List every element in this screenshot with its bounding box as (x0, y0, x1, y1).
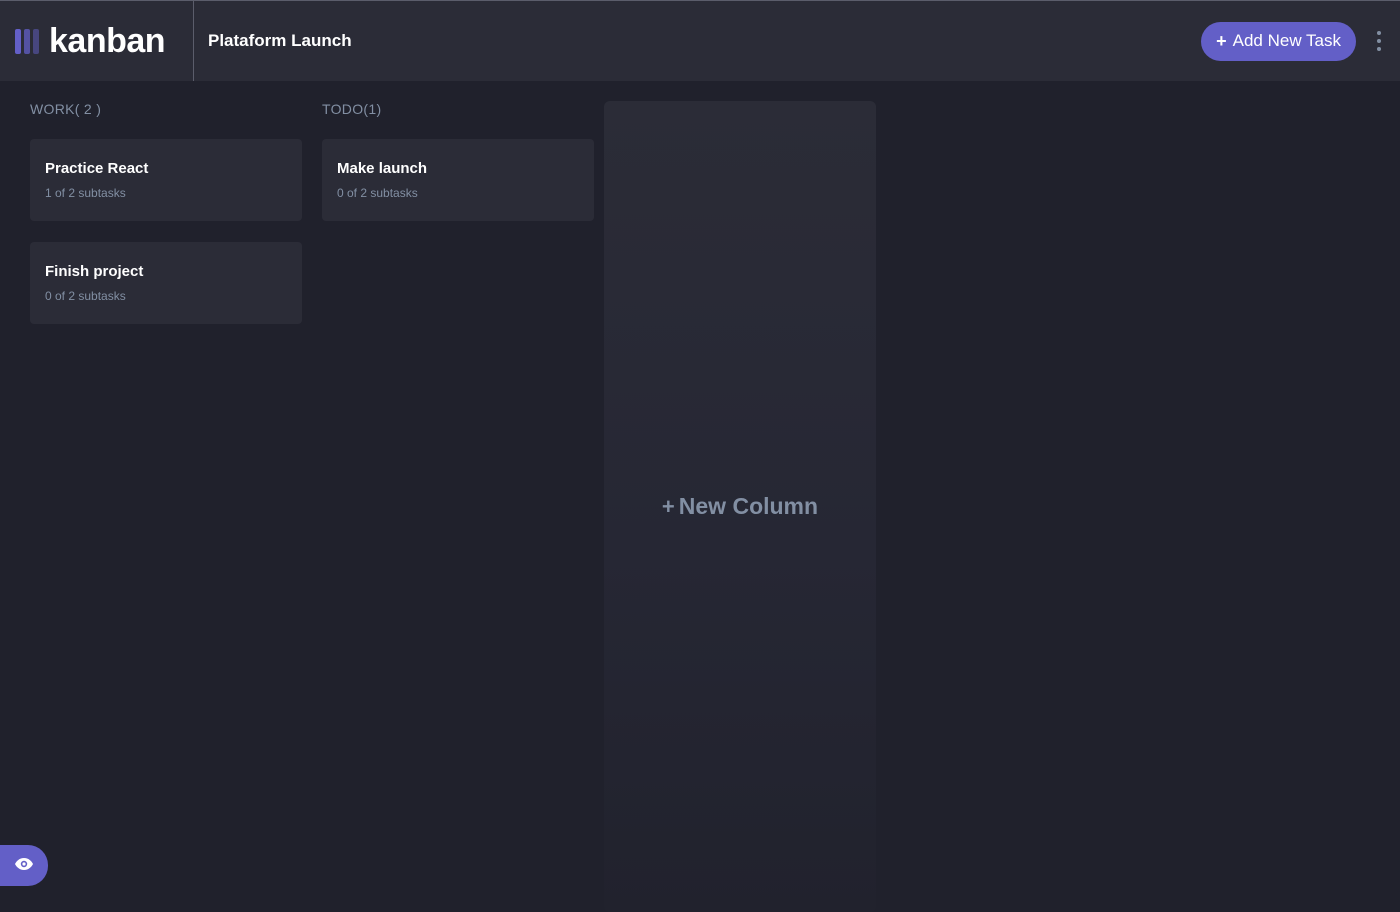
task-title: Make launch (337, 160, 428, 177)
header-actions: + Add New Task (1201, 21, 1400, 61)
logo: kanban (0, 1, 194, 81)
column-name: TODO (322, 101, 364, 117)
task-title: Finish project (45, 263, 144, 280)
plus-icon: + (661, 493, 675, 519)
board-title: Plataform Launch (208, 31, 352, 50)
task-card[interactable]: Finish project 0 of 2 subtasks (30, 242, 302, 324)
task-subtasks: 0 of 2 subtasks (337, 186, 418, 200)
column-name: WORK (30, 101, 75, 117)
show-sidebar-button[interactable] (0, 845, 48, 886)
kanban-logo-icon (15, 28, 39, 54)
header: kanban Plataform Launch + Add New Task (0, 1, 1400, 81)
add-new-task-button[interactable]: + Add New Task (1201, 21, 1356, 61)
plus-icon: + (1216, 30, 1227, 51)
column-work: WORK( 2 ) Practice React 1 of 2 subtasks… (30, 101, 302, 324)
column-header: TODO(1) (322, 101, 594, 121)
task-card[interactable]: Make launch 0 of 2 subtasks (322, 139, 594, 221)
kanban-app: kanban Plataform Launch + Add New Task W… (0, 0, 1400, 912)
eye-icon (15, 857, 33, 875)
task-subtasks: 0 of 2 subtasks (45, 289, 126, 303)
logo-text: kanban (49, 21, 166, 60)
column-todo: TODO(1) Make launch 0 of 2 subtasks (322, 101, 594, 221)
add-new-task-label: Add New Task (1232, 31, 1341, 50)
task-subtasks: 1 of 2 subtasks (45, 186, 126, 200)
new-column-button[interactable]: + New Column (604, 101, 876, 912)
new-column-text: New Column (678, 493, 819, 519)
task-title: Practice React (45, 160, 149, 177)
column-count: (1) (363, 101, 382, 117)
task-list: Practice React 1 of 2 subtasks Finish pr… (30, 139, 302, 324)
vertical-ellipsis-icon[interactable] (1370, 29, 1388, 53)
task-card[interactable]: Practice React 1 of 2 subtasks (30, 139, 302, 221)
task-list: Make launch 0 of 2 subtasks (322, 139, 594, 221)
new-column-label: + New Column (662, 493, 818, 520)
column-header: WORK( 2 ) (30, 101, 302, 121)
column-count: ( 2 ) (74, 101, 102, 117)
